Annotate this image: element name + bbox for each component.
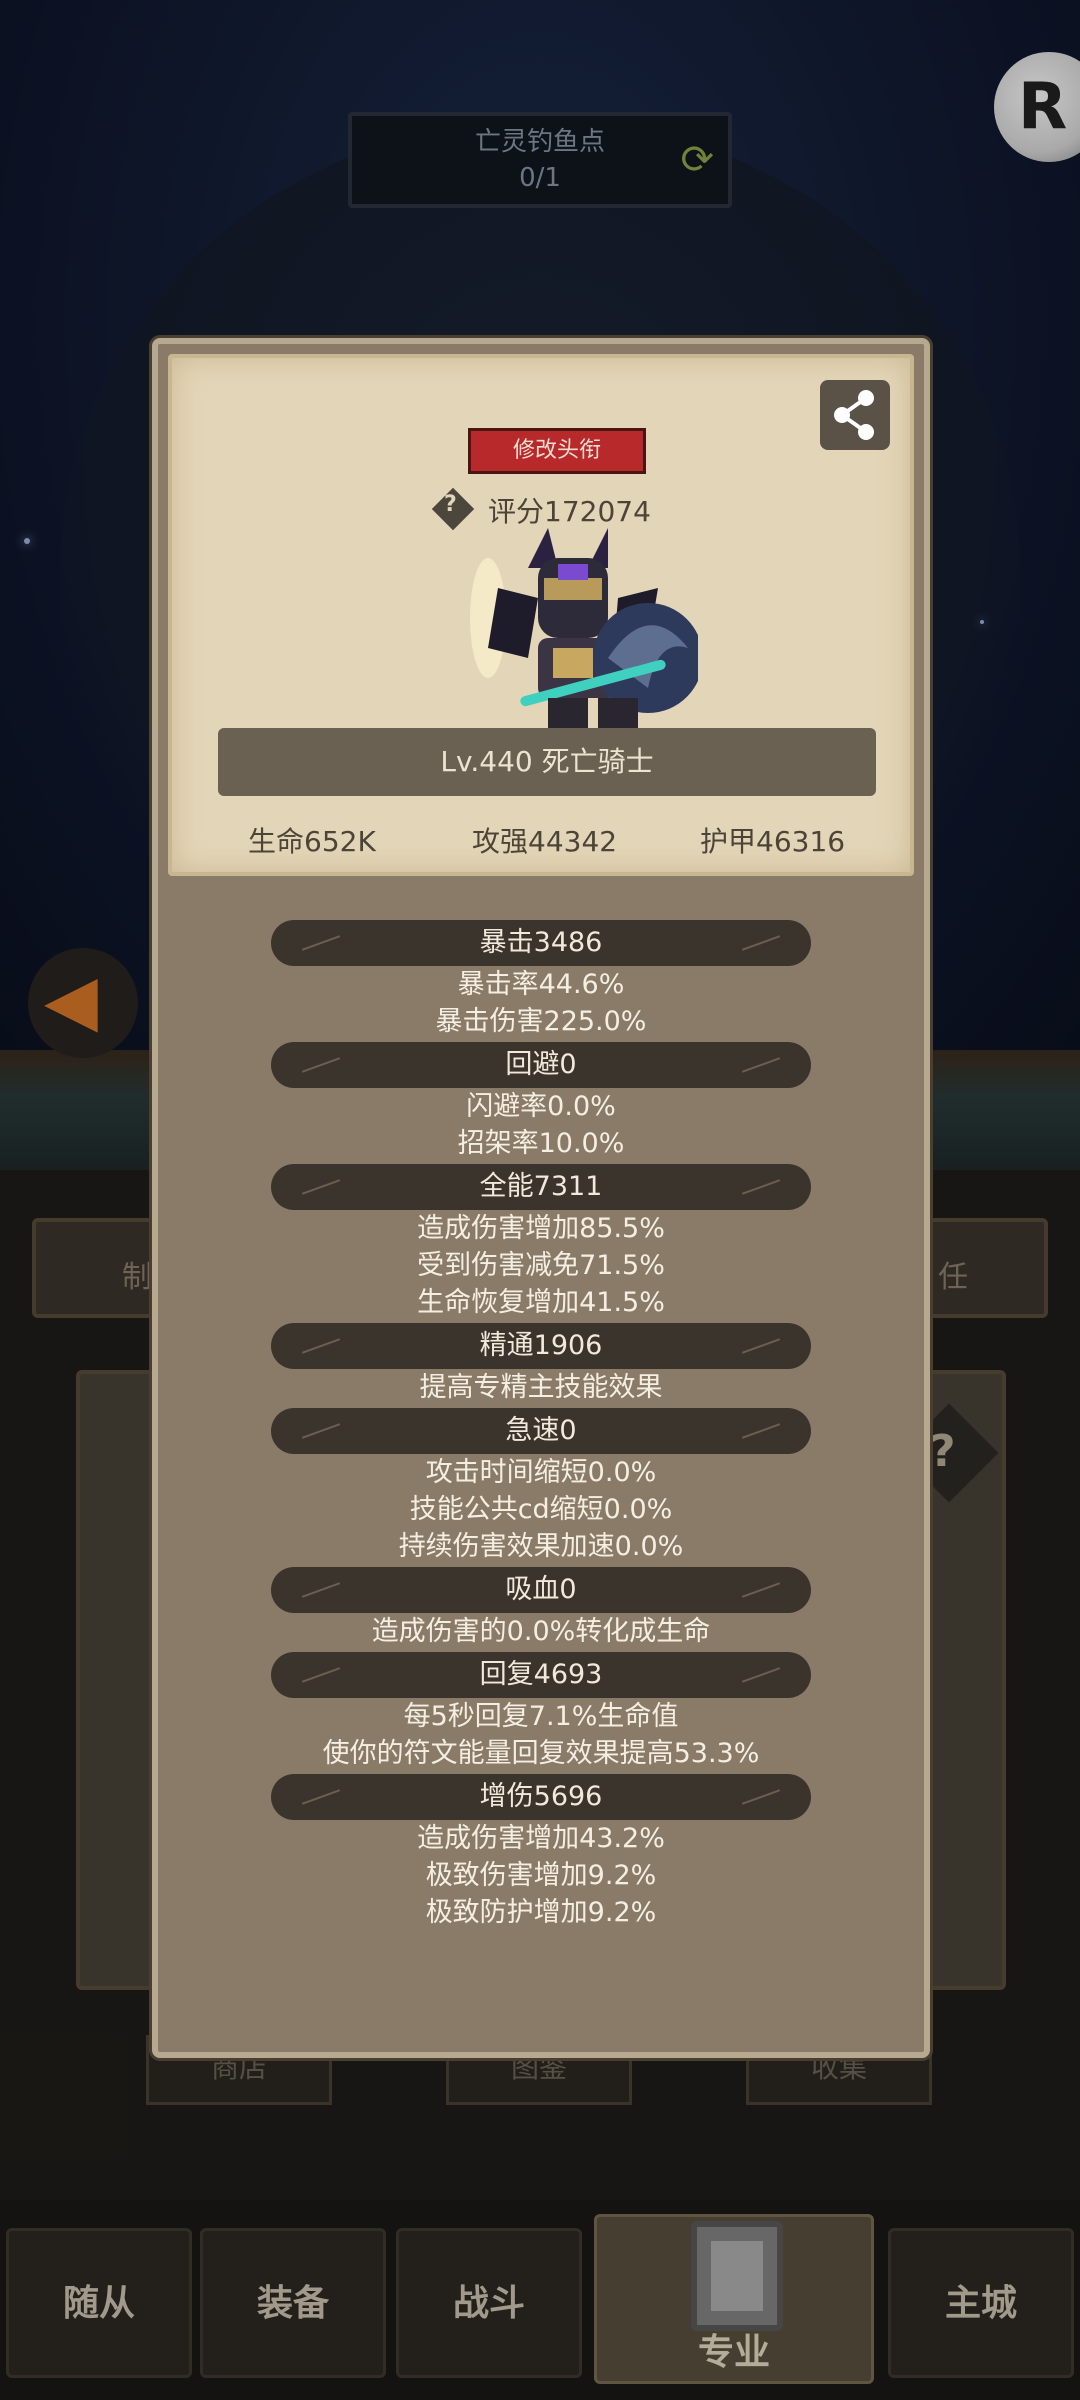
share-button[interactable] <box>820 380 890 450</box>
death-knight-character-portrait <box>470 528 698 728</box>
stat-detail-line: 暴击率44.6% <box>457 969 625 1000</box>
character-header-panel: 修改头衔 ? 评分172074 Lv.440 死亡骑士 生命652K 攻强443 <box>168 354 914 876</box>
score-value: 评分172074 <box>488 495 651 528</box>
stat-detail-line: 闪避率0.0% <box>466 1091 616 1122</box>
stat-group-header: 全能7311 <box>271 1164 811 1210</box>
stat-detail-line: 使你的符文能量回复效果提高53.3% <box>322 1738 760 1769</box>
character-stats-popup: 修改头衔 ? 评分172074 Lv.440 死亡骑士 生命652K 攻强443 <box>152 338 930 2058</box>
stat-detail-line: 招架率10.0% <box>457 1128 625 1159</box>
stat-group: 暴击3486 暴击率44.6% 暴击伤害225.0% <box>158 920 924 1040</box>
score-help-mark: ? <box>444 492 457 517</box>
stat-detail-line: 持续伤害效果加速0.0% <box>398 1531 684 1562</box>
stat-group-header: 暴击3486 <box>271 920 811 966</box>
main-stat-armor: 护甲46316 <box>700 825 846 858</box>
stat-group-header: 回复4693 <box>271 1652 811 1698</box>
stat-group: 增伤5696 造成伤害增加43.2% 极致伤害增加9.2% 极致防护增加9.2% <box>158 1774 924 1931</box>
stat-group-header: 增伤5696 <box>271 1774 811 1820</box>
stat-detail-line: 提高专精主技能效果 <box>419 1372 663 1403</box>
stat-group: 回复4693 每5秒回复7.1%生命值使你的符文能量回复效果提高53.3% <box>158 1652 924 1772</box>
change-title-button[interactable]: 修改头衔 <box>468 428 646 474</box>
share-icon <box>834 390 874 440</box>
stat-group-header: 急速0 <box>271 1408 811 1454</box>
stat-detail-line: 造成伤害的0.0%转化成生命 <box>371 1616 711 1647</box>
stat-detail-line: 生命恢复增加41.5% <box>417 1287 665 1318</box>
stat-detail-line: 极致防护增加9.2% <box>425 1897 657 1928</box>
stat-group: 全能7311 造成伤害增加85.5% 受到伤害减免71.5% 生命恢复增加41.5% <box>158 1164 924 1321</box>
stat-detail-line: 技能公共cd缩短0.0% <box>409 1494 673 1525</box>
stat-group: 吸血0 造成伤害的0.0%转化成生命 <box>158 1567 924 1650</box>
stat-group: 急速0 攻击时间缩短0.0% 技能公共cd缩短0.0% 持续伤害效果加速0.0% <box>158 1408 924 1565</box>
stat-group-header: 回避0 <box>271 1042 811 1088</box>
stat-detail-line: 造成伤害增加43.2% <box>417 1823 665 1854</box>
level-class-bar: Lv.440 死亡骑士 <box>218 728 876 796</box>
main-stat-health: 生命652K <box>248 825 376 858</box>
stat-detail-line: 暴击伤害225.0% <box>435 1006 647 1037</box>
stat-group-header: 吸血0 <box>271 1567 811 1613</box>
stat-group: 回避0 闪避率0.0% 招架率10.0% <box>158 1042 924 1162</box>
stat-group: 精通1906 提高专精主技能效果 <box>158 1323 924 1406</box>
stat-detail-line: 攻击时间缩短0.0% <box>425 1457 657 1488</box>
detailed-stats-list: 暴击3486 暴击率44.6% 暴击伤害225.0% 回避0 闪避率0.0% 招架率10.… <box>158 920 924 1933</box>
stat-detail-line: 每5秒回复7.1%生命值 <box>403 1701 679 1732</box>
stat-detail-line: 受到伤害减免71.5% <box>417 1250 665 1281</box>
stat-detail-line: 造成伤害增加85.5% <box>417 1213 665 1244</box>
stat-group-header: 精通1906 <box>271 1323 811 1369</box>
main-stat-attack-power: 攻强44342 <box>472 825 618 858</box>
stat-detail-line: 极致伤害增加9.2% <box>425 1860 657 1891</box>
